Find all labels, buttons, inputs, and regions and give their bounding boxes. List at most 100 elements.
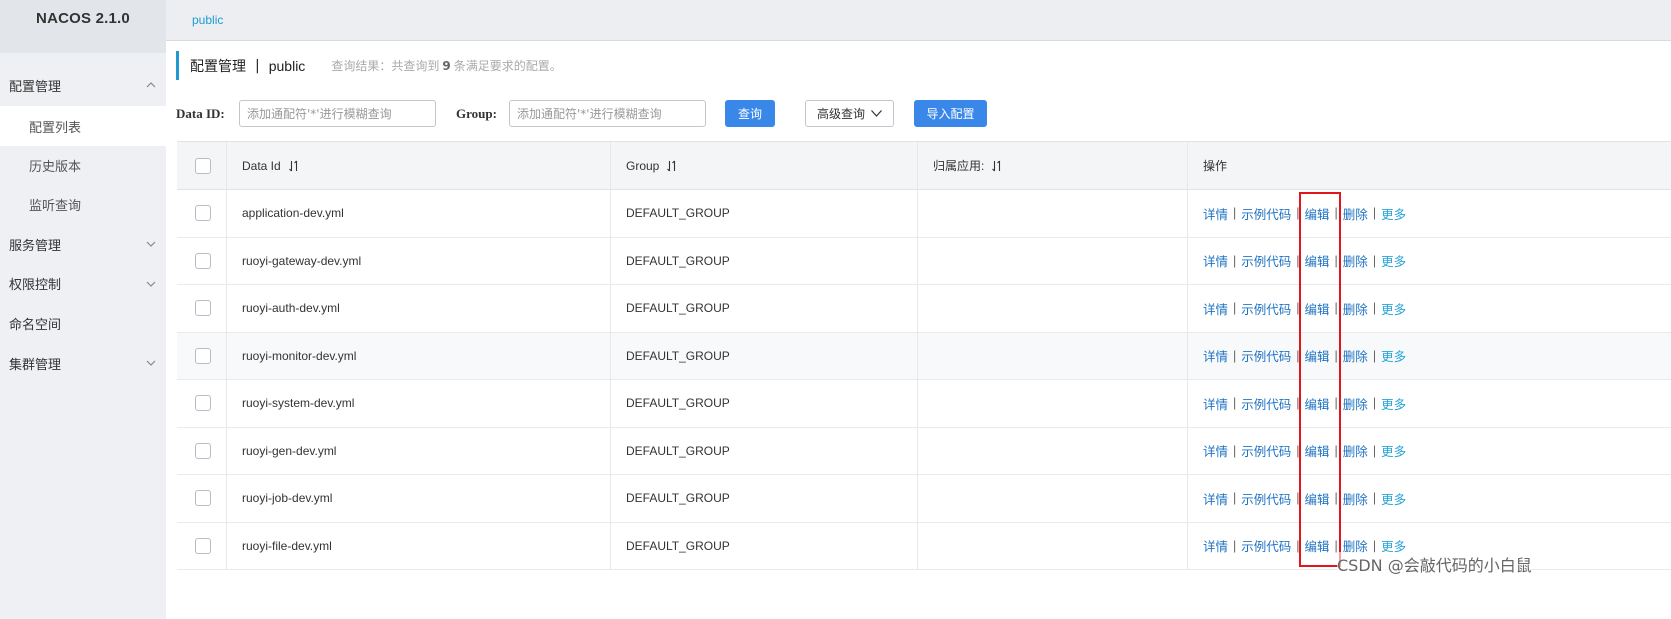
- row-checkbox[interactable]: [194, 537, 211, 554]
- edit-link[interactable]: 编辑: [1305, 489, 1330, 508]
- more-link[interactable]: 更多: [1381, 251, 1406, 270]
- sample-code-link[interactable]: 示例代码: [1241, 441, 1291, 460]
- detail-link[interactable]: 详情: [1203, 536, 1228, 555]
- row-checkbox[interactable]: [194, 205, 211, 222]
- delete-link[interactable]: 删除: [1343, 299, 1368, 318]
- delete-link[interactable]: 删除: [1343, 346, 1368, 365]
- chevron-down-icon: [146, 239, 156, 249]
- app-cell: [918, 190, 1188, 237]
- sample-code-link[interactable]: 示例代码: [1241, 394, 1291, 413]
- sidebar-item-config-mgmt[interactable]: 配置管理: [0, 64, 166, 106]
- detail-link[interactable]: 详情: [1203, 394, 1228, 413]
- table-body: application-dev.yml DEFAULT_GROUP 详情 | 示例代码 |…: [177, 190, 1671, 570]
- header-data-id[interactable]: Data Id: [227, 142, 611, 189]
- detail-link[interactable]: 详情: [1203, 251, 1228, 270]
- detail-link[interactable]: 详情: [1203, 299, 1228, 318]
- delete-link[interactable]: 删除: [1343, 204, 1368, 223]
- more-link[interactable]: 更多: [1381, 441, 1406, 460]
- group-cell: DEFAULT_GROUP: [611, 522, 918, 569]
- action-separator: |: [1334, 206, 1338, 221]
- action-separator: |: [1233, 396, 1237, 411]
- chevron-up-icon: [146, 80, 156, 90]
- hint-prefix: 查询结果：共查询到: [331, 59, 440, 73]
- app-cell: [918, 380, 1188, 427]
- brand-logo[interactable]: NACOS 2.1.0: [0, 0, 166, 53]
- sidebar-item-namespace[interactable]: 命名空间: [0, 303, 166, 343]
- sidebar-item-cluster[interactable]: 集群管理: [0, 343, 166, 383]
- edit-link[interactable]: 编辑: [1305, 299, 1330, 318]
- app-cell: [918, 475, 1188, 522]
- sidebar-item-auth[interactable]: 权限控制: [0, 264, 166, 303]
- edit-link[interactable]: 编辑: [1305, 394, 1330, 413]
- group-label: Group:: [456, 106, 497, 121]
- row-checkbox[interactable]: [194, 490, 211, 507]
- chevron-down-icon: [871, 110, 882, 117]
- action-separator: |: [1296, 491, 1300, 506]
- action-separator: |: [1233, 491, 1237, 506]
- sample-code-link[interactable]: 示例代码: [1241, 204, 1291, 223]
- edit-link[interactable]: 编辑: [1305, 251, 1330, 270]
- sidebar-item-label: 服务管理: [9, 238, 62, 254]
- sample-code-link[interactable]: 示例代码: [1241, 299, 1291, 318]
- group-cell: DEFAULT_GROUP: [611, 285, 918, 332]
- group-cell: DEFAULT_GROUP: [611, 237, 918, 284]
- delete-link[interactable]: 删除: [1343, 441, 1368, 460]
- chevron-down-icon: [146, 279, 156, 289]
- delete-link[interactable]: 删除: [1343, 251, 1368, 270]
- row-checkbox-cell: [177, 237, 227, 284]
- header-checkbox-cell: [177, 142, 227, 189]
- select-all-checkbox[interactable]: [194, 157, 211, 174]
- import-config-button[interactable]: 导入配置: [914, 100, 987, 127]
- delete-link[interactable]: 删除: [1343, 489, 1368, 508]
- ops-cell: 详情 | 示例代码 | 编辑 | 删除 | 更多: [1188, 285, 1671, 332]
- sample-code-link[interactable]: 示例代码: [1241, 346, 1291, 365]
- row-checkbox-cell: [177, 285, 227, 332]
- sidebar-item-history[interactable]: 历史版本: [0, 146, 166, 185]
- action-separator: |: [1296, 396, 1300, 411]
- row-checkbox[interactable]: [194, 252, 211, 269]
- namespace-tab-public[interactable]: public: [192, 13, 223, 27]
- sort-icon[interactable]: [666, 160, 678, 172]
- sidebar-item-listener[interactable]: 监听查询: [0, 185, 166, 224]
- sidebar: NACOS 2.1.0 配置管理 配置列表 历史版本 监听查询 服务管理 权限控…: [0, 0, 166, 619]
- detail-link[interactable]: 详情: [1203, 441, 1228, 460]
- row-checkbox[interactable]: [194, 395, 211, 412]
- more-link[interactable]: 更多: [1381, 394, 1406, 413]
- search-button[interactable]: 查询: [725, 100, 775, 127]
- detail-link[interactable]: 详情: [1203, 489, 1228, 508]
- delete-link[interactable]: 删除: [1343, 394, 1368, 413]
- detail-link[interactable]: 详情: [1203, 346, 1228, 365]
- sample-code-link[interactable]: 示例代码: [1241, 536, 1291, 555]
- data-id-cell: ruoyi-gateway-dev.yml: [227, 237, 611, 284]
- group-search-input[interactable]: 添加通配符'*'进行模糊查询: [509, 100, 706, 127]
- sample-code-link[interactable]: 示例代码: [1241, 251, 1291, 270]
- sample-code-link[interactable]: 示例代码: [1241, 489, 1291, 508]
- sidebar-item-service-mgmt[interactable]: 服务管理: [0, 224, 166, 264]
- row-checkbox[interactable]: [194, 347, 211, 364]
- row-checkbox[interactable]: [194, 300, 211, 317]
- more-link[interactable]: 更多: [1381, 299, 1406, 318]
- detail-link[interactable]: 详情: [1203, 204, 1228, 223]
- edit-link[interactable]: 编辑: [1305, 536, 1330, 555]
- sidebar-item-label: 配置列表: [29, 120, 82, 136]
- advanced-query-button[interactable]: 高级查询: [805, 100, 894, 127]
- header-group[interactable]: Group: [611, 142, 918, 189]
- row-actions: 详情 | 示例代码 | 编辑 | 删除 | 更多: [1203, 489, 1406, 508]
- header-app[interactable]: 归属应用:: [918, 142, 1188, 189]
- dataid-search-input[interactable]: 添加通配符'*'进行模糊查询: [239, 100, 436, 127]
- row-checkbox[interactable]: [194, 442, 211, 459]
- sidebar-item-config-list[interactable]: 配置列表: [0, 106, 166, 146]
- edit-link[interactable]: 编辑: [1305, 204, 1330, 223]
- edit-link[interactable]: 编辑: [1305, 441, 1330, 460]
- more-link[interactable]: 更多: [1381, 346, 1406, 365]
- more-link[interactable]: 更多: [1381, 489, 1406, 508]
- edit-link[interactable]: 编辑: [1305, 346, 1330, 365]
- table-header: Data Id Group 归属应用: 操作: [177, 142, 1671, 190]
- action-separator: |: [1372, 396, 1377, 411]
- sort-icon[interactable]: [288, 160, 300, 172]
- hint-count: 9: [442, 59, 451, 73]
- sort-icon[interactable]: [991, 160, 1003, 172]
- more-link[interactable]: 更多: [1381, 204, 1406, 223]
- data-id-cell: application-dev.yml: [227, 190, 611, 237]
- data-id-cell: ruoyi-gen-dev.yml: [227, 427, 611, 474]
